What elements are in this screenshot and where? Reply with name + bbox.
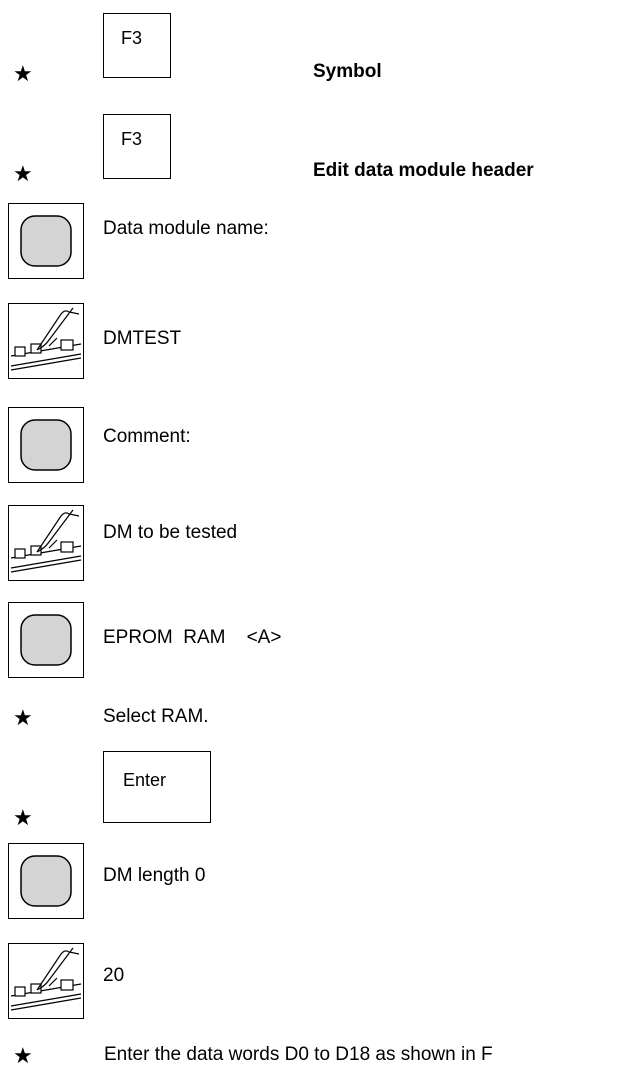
key-label: F3 — [121, 28, 143, 48]
prompt-text: DM length 0 — [103, 865, 206, 886]
prompt-text: Data module name: — [103, 218, 269, 239]
keyboard-input-icon — [8, 505, 84, 581]
key-f3[interactable]: F3 — [103, 13, 171, 78]
star-icon: ★ — [13, 805, 33, 830]
key-f3[interactable]: F3 — [103, 114, 171, 179]
star-icon: ★ — [13, 1043, 33, 1068]
key-enter[interactable]: Enter — [103, 751, 211, 823]
step-heading: Symbol — [313, 61, 382, 82]
star-icon: ★ — [13, 161, 33, 186]
star-icon: ★ — [13, 705, 33, 730]
step-heading: Edit data module header — [313, 160, 534, 181]
input-text: 20 — [103, 965, 125, 986]
screen-display-icon — [8, 602, 84, 678]
screen-display-icon — [8, 407, 84, 483]
keyboard-input-icon — [8, 943, 84, 1019]
screen-display-icon — [8, 843, 84, 919]
key-label: F3 — [121, 129, 143, 149]
input-text: DM to be tested — [103, 522, 238, 543]
instruction-text: Select RAM. — [103, 706, 209, 727]
key-label: Enter — [123, 770, 167, 790]
star-icon: ★ — [13, 61, 33, 86]
prompt-text: Comment: — [103, 426, 191, 447]
instruction-text: Enter the data words D0 to D18 as shown … — [104, 1044, 493, 1065]
prompt-text: EPROM RAM <A> — [103, 627, 282, 648]
input-text: DMTEST — [103, 328, 182, 349]
screen-display-icon — [8, 203, 84, 279]
keyboard-input-icon — [8, 303, 84, 379]
